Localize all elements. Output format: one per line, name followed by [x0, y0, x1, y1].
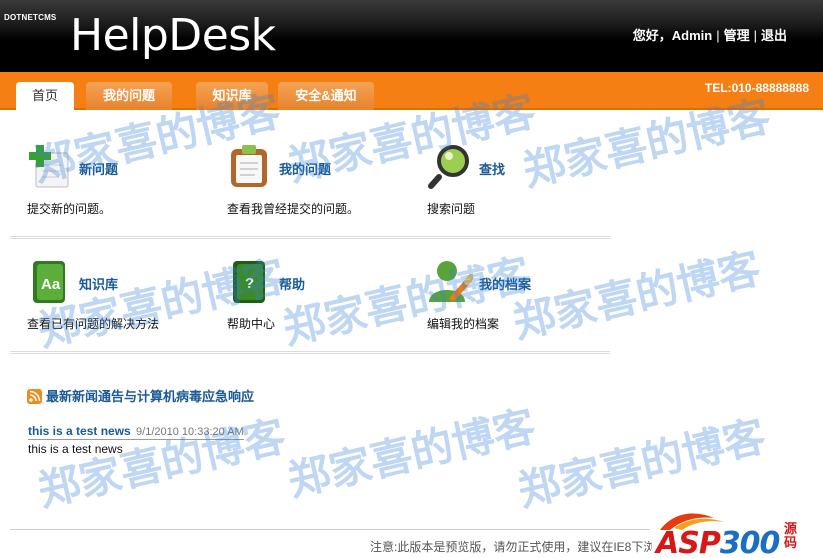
- section-divider: [10, 351, 610, 354]
- book-icon[interactable]: Aa: [27, 258, 73, 304]
- tab-home[interactable]: 首页: [16, 82, 74, 110]
- separator: |: [716, 28, 720, 43]
- brand-small-text: DOTNETCMS: [4, 13, 57, 22]
- helpdesk-logo[interactable]: HelpDesk: [70, 10, 276, 62]
- asp300-logo: ASP300 源码: [652, 508, 823, 558]
- knowledge-base-item[interactable]: Aa 知识库 查看已有问题的解决方法: [27, 258, 207, 338]
- watermark: 郑家喜的博客: [33, 411, 290, 516]
- help-item[interactable]: ? 帮助 帮助中心: [227, 258, 407, 338]
- knowledge-base-title[interactable]: 知识库: [79, 274, 118, 293]
- nav-bar: 首页 我的问题 知识库 安全&通知 TEL:010-88888888: [0, 72, 823, 110]
- user-profile-icon[interactable]: [427, 258, 474, 304]
- search-item[interactable]: 查找 搜索问题: [427, 143, 607, 223]
- new-question-icon[interactable]: [27, 143, 73, 189]
- section-divider: [10, 236, 610, 239]
- news-item: this is a test news 9/1/2010 10:33:20 AM: [28, 424, 244, 440]
- news-item-date: 9/1/2010 10:33:20 AM: [136, 426, 244, 438]
- help-title[interactable]: 帮助: [279, 274, 305, 293]
- search-title[interactable]: 查找: [479, 159, 505, 178]
- news-section-title[interactable]: 最新新闻通告与计算机病毒应急响应: [46, 389, 254, 404]
- rss-icon: [27, 389, 42, 404]
- news-item-link[interactable]: this is a test news: [28, 424, 131, 438]
- separator: |: [753, 28, 757, 43]
- search-desc: 搜索问题: [427, 202, 476, 216]
- footer-divider: [10, 529, 650, 530]
- news-item-body: this is a test news: [28, 442, 123, 456]
- header: DOTNETCMS HelpDesk 您好，Admin | 管理 | 退出: [0, 0, 823, 72]
- logo-asp-text: ASP: [656, 526, 721, 558]
- clipboard-icon[interactable]: [227, 143, 273, 189]
- my-questions-desc: 查看我曾经提交的问题。: [227, 202, 360, 216]
- user-area: 您好，Admin | 管理 | 退出: [633, 25, 787, 44]
- my-profile-item[interactable]: 我的档案 编辑我的档案: [427, 258, 607, 338]
- magnifier-icon[interactable]: [427, 143, 473, 189]
- new-question-item[interactable]: 新问题 提交新的问题。: [27, 143, 207, 223]
- tab-knowledge-base[interactable]: 知识库: [196, 82, 268, 110]
- manage-link[interactable]: 管理: [724, 28, 750, 43]
- new-question-title[interactable]: 新问题: [79, 159, 118, 178]
- my-questions-title[interactable]: 我的问题: [279, 159, 331, 178]
- logo-num-text: 300: [719, 526, 781, 558]
- new-question-desc: 提交新的问题。: [27, 202, 112, 216]
- tab-my-questions[interactable]: 我的问题: [86, 82, 172, 110]
- help-desc: 帮助中心: [227, 317, 276, 331]
- watermark: 郑家喜的博客: [513, 411, 770, 516]
- news-section: 最新新闻通告与计算机病毒应急响应: [27, 386, 254, 405]
- help-book-icon[interactable]: ?: [227, 258, 273, 304]
- my-profile-desc: 编辑我的档案: [427, 317, 500, 331]
- footer-note: 注意:此版本是预览版，请勿正式使用，建议在IE8下浏: [370, 540, 656, 554]
- tab-security-notice[interactable]: 安全&通知: [278, 82, 374, 110]
- my-questions-item[interactable]: 我的问题 查看我曾经提交的问题。: [227, 143, 407, 223]
- tel-number: TEL:010-88888888: [704, 81, 809, 95]
- logo-text: ASP300: [656, 526, 781, 558]
- my-profile-title[interactable]: 我的档案: [479, 274, 531, 293]
- greeting-text: 您好，Admin: [632, 28, 713, 43]
- watermark: 郑家喜的博客: [283, 401, 540, 506]
- svg-text:Aa: Aa: [41, 276, 61, 293]
- logout-link[interactable]: 退出: [761, 28, 787, 43]
- logo-suffix: 源码: [784, 521, 798, 550]
- knowledge-base-desc: 查看已有问题的解决方法: [27, 317, 160, 331]
- svg-text:?: ?: [245, 275, 254, 292]
